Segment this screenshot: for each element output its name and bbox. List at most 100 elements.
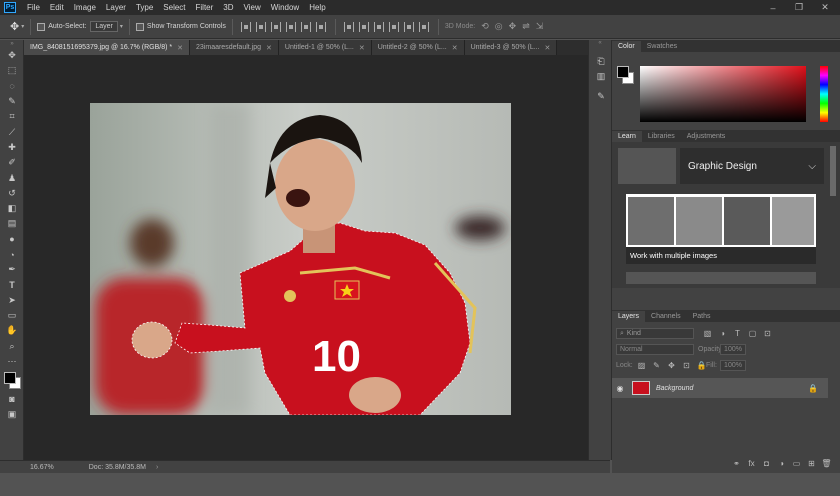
- distribute-center-icon[interactable]: [404, 21, 415, 32]
- adjustment-layer-icon[interactable]: ◑: [777, 458, 787, 468]
- screen-mode-icon[interactable]: ▣: [0, 407, 24, 422]
- menu-layer[interactable]: Layer: [101, 3, 131, 12]
- menu-type[interactable]: Type: [131, 3, 158, 12]
- brush-settings-icon[interactable]: ✎: [589, 89, 613, 104]
- distribute-middle-icon[interactable]: [359, 21, 370, 32]
- 3d-rotate-icon[interactable]: ⟲: [481, 21, 489, 32]
- menu-view[interactable]: View: [239, 3, 266, 12]
- pen-tool-icon[interactable]: ✒: [0, 262, 24, 277]
- menu-window[interactable]: Window: [266, 3, 304, 12]
- opacity-input[interactable]: 100%: [720, 344, 746, 355]
- menu-file[interactable]: File: [22, 3, 45, 12]
- gradient-tool-icon[interactable]: ▤: [0, 216, 24, 231]
- blur-tool-icon[interactable]: ●: [0, 232, 24, 247]
- delete-layer-icon[interactable]: 🗑: [821, 458, 831, 468]
- zoom-tool-icon[interactable]: ⌕: [0, 339, 24, 354]
- lock-pixels-icon[interactable]: ✎: [652, 360, 662, 370]
- history-brush-tool-icon[interactable]: ↺: [0, 186, 24, 201]
- chevron-down-icon[interactable]: ⌵: [808, 161, 816, 172]
- auto-select-checkbox[interactable]: [37, 22, 46, 31]
- close-window-button[interactable]: ✕: [814, 0, 836, 15]
- lock-artboard-icon[interactable]: ⊡: [682, 360, 692, 370]
- type-tool-icon[interactable]: T: [0, 277, 24, 292]
- menu-help[interactable]: Help: [304, 3, 330, 12]
- filter-adjustment-icon[interactable]: ◑: [718, 328, 728, 338]
- next-tutorial-card[interactable]: [626, 272, 816, 284]
- document-canvas[interactable]: 10: [90, 103, 511, 415]
- close-icon[interactable]: ✕: [452, 44, 458, 52]
- align-right-icon[interactable]: [316, 21, 327, 32]
- align-top-icon[interactable]: [241, 21, 252, 32]
- close-icon[interactable]: ✕: [359, 44, 365, 52]
- new-layer-icon[interactable]: ⊞: [807, 458, 817, 468]
- doc-tab-5[interactable]: Untitled-3 @ 50% (L... ✕: [464, 40, 558, 55]
- more-tools-icon[interactable]: ⋯: [0, 354, 24, 369]
- properties-panel-icon[interactable]: ▥: [589, 69, 613, 84]
- foreground-color-swatch[interactable]: [617, 66, 629, 78]
- menu-filter[interactable]: Filter: [191, 3, 219, 12]
- tab-adjustments[interactable]: Adjustments: [681, 131, 732, 142]
- eraser-tool-icon[interactable]: ◧: [0, 201, 24, 216]
- layer-filter-dropdown[interactable]: ⌕ Kind: [616, 328, 694, 339]
- quick-select-tool-icon[interactable]: ✎: [0, 94, 24, 109]
- 3d-pan-icon[interactable]: ✥: [509, 21, 517, 32]
- filter-pixel-icon[interactable]: ▧: [703, 328, 713, 338]
- fill-input[interactable]: 100%: [720, 360, 746, 371]
- distribute-bottom-icon[interactable]: [374, 21, 385, 32]
- tab-layers[interactable]: Layers: [612, 311, 646, 322]
- 3d-roll-icon[interactable]: ◎: [495, 21, 503, 32]
- distribute-top-icon[interactable]: [344, 21, 355, 32]
- align-bottom-icon[interactable]: [271, 21, 282, 32]
- close-icon[interactable]: ✕: [266, 44, 272, 52]
- history-panel-icon[interactable]: ⎗: [589, 54, 613, 69]
- path-select-tool-icon[interactable]: ➤: [0, 293, 24, 308]
- marquee-tool-icon[interactable]: ⬚: [0, 63, 24, 78]
- blend-mode-dropdown[interactable]: Normal: [616, 344, 694, 355]
- eyedropper-tool-icon[interactable]: ⟋: [0, 124, 24, 139]
- rectangle-tool-icon[interactable]: ▭: [0, 308, 24, 323]
- distribute-left-icon[interactable]: [389, 21, 400, 32]
- filter-type-icon[interactable]: T: [733, 328, 743, 338]
- color-swatches[interactable]: [0, 369, 23, 391]
- quick-mask-icon[interactable]: ◙: [0, 391, 24, 406]
- chevron-down-icon[interactable]: ▾: [21, 23, 24, 30]
- chevron-down-icon[interactable]: ▾: [120, 23, 123, 30]
- doc-tab-4[interactable]: Untitled-2 @ 50% (L... ✕: [371, 40, 465, 55]
- 3d-scale-icon[interactable]: ⇲: [536, 21, 544, 32]
- menu-edit[interactable]: Edit: [45, 3, 69, 12]
- lock-icon[interactable]: 🔒: [808, 384, 818, 393]
- align-left-icon[interactable]: [286, 21, 297, 32]
- layer-name[interactable]: Background: [656, 385, 693, 392]
- menu-3d[interactable]: 3D: [218, 3, 238, 12]
- tab-swatches[interactable]: Swatches: [641, 41, 683, 52]
- layer-style-icon[interactable]: fx: [747, 458, 757, 468]
- healing-brush-tool-icon[interactable]: ✚: [0, 140, 24, 155]
- tab-channels[interactable]: Channels: [645, 311, 687, 322]
- distribute-right-icon[interactable]: [419, 21, 430, 32]
- zoom-level[interactable]: 16.67%: [30, 464, 54, 471]
- doc-tab-2[interactable]: 23imaaresdefault.jpg ✕: [190, 40, 279, 55]
- hue-slider[interactable]: [820, 66, 828, 122]
- eye-icon[interactable]: ◉: [612, 384, 628, 393]
- doc-tab-1[interactable]: IMG_8408151695379.jpg @ 16.7% (RGB/8) * ✕: [24, 40, 191, 55]
- lock-all-icon[interactable]: 🔒: [697, 360, 707, 370]
- collapse-icon[interactable]: »: [0, 40, 24, 48]
- tab-learn[interactable]: Learn: [612, 131, 642, 142]
- layer-row-background[interactable]: ◉ Background 🔒: [612, 378, 828, 398]
- chevron-right-icon[interactable]: ›: [156, 464, 158, 471]
- dodge-tool-icon[interactable]: ◔: [0, 247, 24, 262]
- collapse-icon[interactable]: «: [589, 40, 611, 48]
- doc-tab-3[interactable]: Untitled-1 @ 50% (L... ✕: [278, 40, 372, 55]
- align-middle-icon[interactable]: [256, 21, 267, 32]
- topic-header[interactable]: Graphic Design ⌵: [680, 148, 824, 184]
- filter-shape-icon[interactable]: ▢: [748, 328, 758, 338]
- move-tool-icon[interactable]: ✥: [0, 48, 24, 63]
- add-mask-icon[interactable]: ◘: [762, 458, 772, 468]
- tutorial-card[interactable]: Work with multiple images: [626, 194, 816, 264]
- show-transform-checkbox[interactable]: [135, 22, 144, 31]
- link-layers-icon[interactable]: ⚭: [732, 458, 742, 468]
- minimize-button[interactable]: –: [762, 0, 784, 15]
- crop-tool-icon[interactable]: ⌗: [0, 109, 24, 124]
- menu-select[interactable]: Select: [158, 3, 190, 12]
- lock-position-icon[interactable]: ✥: [667, 360, 677, 370]
